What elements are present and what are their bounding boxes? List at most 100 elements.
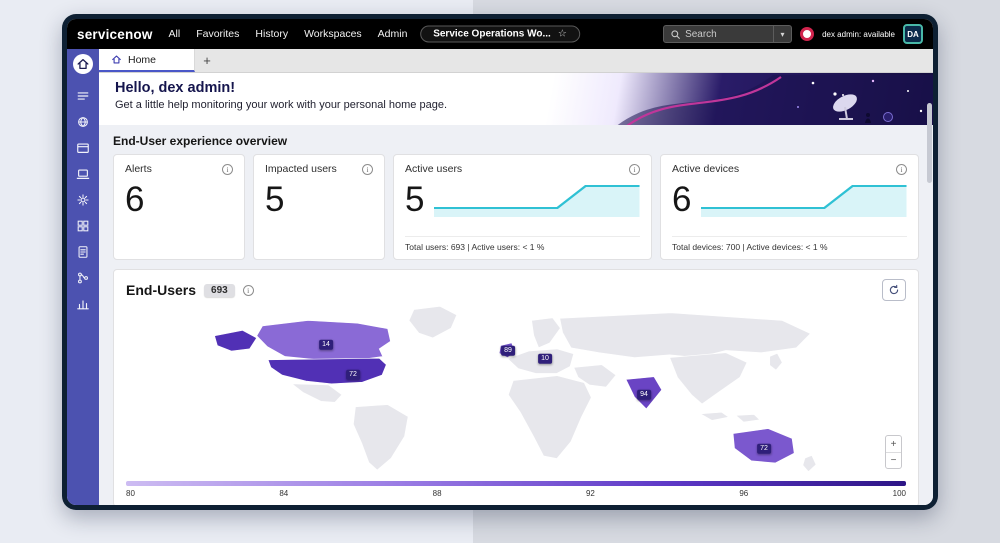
- legend-tick: 84: [279, 489, 289, 498]
- country-south-america: [352, 404, 409, 471]
- country-indonesia-2: [734, 414, 761, 423]
- kpi-footer: Total devices: 700 | Active devices: < 1…: [672, 236, 907, 252]
- legend-tick: 100: [892, 489, 906, 498]
- vertical-scrollbar[interactable]: [927, 103, 932, 183]
- info-icon[interactable]: i: [362, 163, 373, 175]
- kpi-value: 5: [405, 180, 425, 219]
- hero-subtitle: Get a little help monitoring your work w…: [115, 99, 448, 111]
- devices-icon[interactable]: [76, 167, 90, 181]
- kpi-label: Active devices: [672, 163, 740, 175]
- left-navigation-rail: [67, 49, 99, 505]
- map-label-canada[interactable]: 14: [319, 339, 333, 351]
- user-presence-label: dex admin: available: [822, 29, 895, 39]
- info-icon[interactable]: i: [896, 163, 907, 175]
- kpi-value: 6: [125, 180, 145, 219]
- settings-icon[interactable]: [76, 193, 90, 207]
- map-card-title: End-Users: [126, 282, 197, 298]
- country-greenland: [408, 305, 458, 339]
- hero-banner: Hello, dex admin! Get a little help moni…: [99, 73, 933, 125]
- info-icon[interactable]: i: [222, 163, 233, 175]
- kpi-card-row: Alerts i 6 Impacted users i 5 Active use…: [113, 154, 919, 260]
- country-alaska: [213, 329, 258, 352]
- kpi-value: 6: [672, 180, 692, 219]
- new-tab-button[interactable]: +: [195, 49, 219, 72]
- legend-tick: 92: [585, 489, 595, 498]
- workflow-icon[interactable]: [76, 271, 90, 285]
- map-legend: 80 84 88 92 96 100: [126, 481, 906, 498]
- map-zoom-control: + −: [885, 435, 902, 469]
- kpi-card-active-devices[interactable]: Active devices i 6 Total devices: 700 | …: [660, 154, 919, 260]
- home-tab-icon: [111, 54, 122, 65]
- map-label-united-states[interactable]: 72: [346, 369, 360, 381]
- country-japan: [769, 352, 783, 371]
- primary-nav: All Favorites History Workspaces Admin: [169, 28, 408, 40]
- bar-chart-icon[interactable]: [76, 297, 90, 311]
- section-title: End-User experience overview: [113, 134, 288, 148]
- legend-gradient-bar: [126, 481, 906, 486]
- search-icon: [671, 29, 680, 39]
- map-label-germany[interactable]: 10: [538, 353, 552, 365]
- country-new-zealand: [802, 454, 817, 473]
- country-indonesia-1: [699, 411, 730, 421]
- map-label-india[interactable]: 94: [637, 389, 651, 401]
- avatar[interactable]: DA: [903, 24, 923, 44]
- search-scope-dropdown[interactable]: ▾: [773, 26, 791, 42]
- nav-item-history[interactable]: History: [255, 28, 288, 40]
- legend-tick: 96: [739, 489, 749, 498]
- end-users-map-card: End-Users 693 i 14 72 89 10 94 72 + − 80…: [113, 269, 919, 505]
- world-map-area: 14 72 89 10 94 72 + −: [126, 303, 906, 475]
- kpi-card-active-users[interactable]: Active users i 5 Total users: 693 | Acti…: [393, 154, 652, 260]
- refresh-icon: [889, 284, 899, 295]
- kpi-card-impacted-users[interactable]: Impacted users i 5: [253, 154, 385, 260]
- country-mexico: [290, 383, 343, 403]
- kpi-label: Alerts: [125, 163, 152, 175]
- legend-tick: 88: [432, 489, 442, 498]
- main-content: Hello, dex admin! Get a little help moni…: [99, 73, 933, 505]
- country-united-states: [267, 357, 387, 385]
- workspace-switcher-label: Service Operations Wo...: [433, 28, 551, 40]
- info-icon[interactable]: i: [629, 163, 640, 175]
- map-label-australia[interactable]: 72: [757, 443, 771, 455]
- notification-icon[interactable]: [800, 27, 815, 41]
- top-navigation-bar: servicenow All Favorites History Workspa…: [67, 19, 933, 49]
- banner-illustration: [617, 75, 933, 125]
- report-icon[interactable]: [76, 245, 90, 259]
- globe-icon[interactable]: [76, 115, 90, 129]
- card-icon[interactable]: [76, 141, 90, 155]
- nav-item-workspaces[interactable]: Workspaces: [304, 28, 362, 40]
- kpi-label: Impacted users: [265, 163, 337, 175]
- refresh-button[interactable]: [882, 279, 906, 301]
- hero-title: Hello, dex admin!: [115, 80, 236, 96]
- nav-item-admin[interactable]: Admin: [378, 28, 408, 40]
- browser-window: servicenow All Favorites History Workspa…: [62, 14, 938, 510]
- workspace-tab-bar: Home +: [99, 49, 933, 73]
- world-choropleth-map[interactable]: [206, 303, 826, 475]
- global-search[interactable]: ▾: [663, 25, 793, 43]
- home-icon[interactable]: [73, 54, 93, 74]
- list-icon[interactable]: [76, 89, 90, 103]
- home-tab-label: Home: [128, 53, 157, 66]
- kpi-label: Active users: [405, 163, 463, 175]
- country-russia-asia: [559, 312, 812, 358]
- workspace-switcher[interactable]: Service Operations Wo... ☆: [420, 25, 580, 43]
- search-input[interactable]: [685, 28, 774, 40]
- favorite-star-icon[interactable]: ☆: [558, 29, 567, 40]
- nav-item-all[interactable]: All: [169, 28, 181, 40]
- zoom-in-button[interactable]: +: [886, 436, 901, 452]
- active-devices-sparkline: [701, 185, 907, 217]
- nav-item-favorites[interactable]: Favorites: [196, 28, 239, 40]
- active-users-sparkline: [434, 185, 640, 217]
- country-china-sea: [669, 352, 748, 405]
- map-label-united-kingdom[interactable]: 89: [501, 345, 515, 357]
- end-users-count-badge: 693: [204, 283, 235, 297]
- apps-grid-icon[interactable]: [76, 219, 90, 233]
- kpi-card-alerts[interactable]: Alerts i 6: [113, 154, 245, 260]
- country-africa: [507, 375, 592, 459]
- country-scandinavia: [531, 317, 561, 349]
- kpi-footer: Total users: 693 | Active users: < 1 %: [405, 236, 640, 252]
- legend-tick: 80: [126, 489, 135, 498]
- tab-home[interactable]: Home: [99, 49, 195, 72]
- info-icon[interactable]: i: [242, 284, 254, 296]
- servicenow-logo: servicenow: [77, 26, 153, 42]
- zoom-out-button[interactable]: −: [886, 452, 901, 468]
